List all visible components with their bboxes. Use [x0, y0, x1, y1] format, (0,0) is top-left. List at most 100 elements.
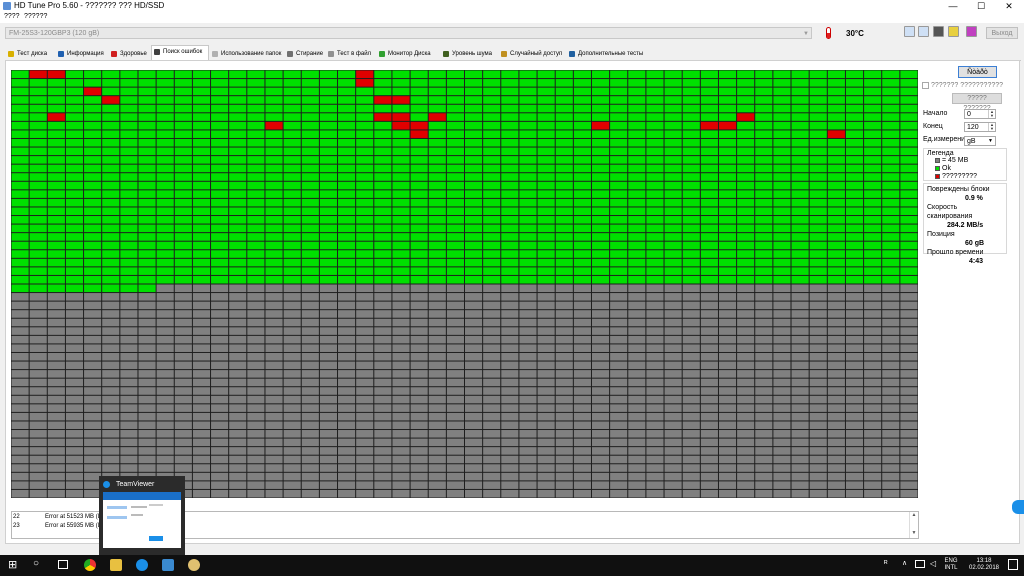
scan-block [11, 310, 29, 318]
scan-block [501, 190, 519, 198]
teamviewer-side-icon[interactable] [1012, 500, 1024, 514]
tab-item[interactable]: Уровень шума [440, 47, 498, 59]
teamviewer-icon[interactable] [136, 559, 148, 571]
scan-block [301, 113, 319, 121]
search-icon[interactable]: ○ [33, 558, 39, 569]
scan-block [174, 207, 192, 216]
scan-block [664, 267, 682, 275]
chrome-icon[interactable] [84, 559, 96, 571]
tab-item[interactable]: Стирание [284, 47, 325, 59]
scan-block [827, 344, 845, 352]
scan-block [628, 455, 646, 464]
copy-info-icon[interactable] [918, 26, 929, 37]
scan-block [700, 130, 718, 138]
tab-item[interactable]: Случайный доступ [498, 47, 566, 59]
teamviewer-preview[interactable]: TeamViewer [99, 476, 185, 555]
scan-block [138, 198, 156, 207]
scan-block [319, 378, 338, 387]
scan-block [555, 198, 573, 207]
menu-item-help[interactable]: ?????? [24, 13, 47, 20]
scan-block [900, 121, 918, 130]
tab-item[interactable]: Монитор Диска [376, 47, 440, 59]
people-icon[interactable]: ᴿ [884, 559, 888, 568]
minimize-button[interactable]: — [939, 0, 967, 12]
tab-item[interactable]: Тест диска [5, 47, 55, 59]
scan-block [773, 455, 791, 464]
menu-item-file[interactable]: ???? [4, 13, 20, 20]
scan-block [229, 361, 247, 370]
network-icon[interactable] [915, 560, 925, 568]
scan-block [138, 293, 156, 301]
volume-icon[interactable]: ◁ [930, 559, 936, 568]
spinner-arrows-icon[interactable]: ▲ ▼ [988, 110, 995, 118]
monitor-app-icon[interactable] [162, 559, 174, 571]
close-button[interactable]: ✕ [995, 0, 1023, 12]
scan-block [591, 104, 610, 113]
scan-block [791, 370, 809, 378]
teamviewer-thumbnail[interactable] [103, 492, 181, 548]
scan-block [102, 395, 120, 404]
scan-block [465, 104, 483, 113]
tab-item[interactable]: Дополнительные тесты [566, 47, 646, 59]
tray-chevron-icon[interactable]: ∧ [902, 559, 907, 567]
scan-block [47, 275, 65, 284]
spinner-arrows-icon[interactable]: ▲ ▼ [988, 123, 995, 131]
scan-block [192, 430, 211, 438]
maximize-button[interactable]: ☐ [967, 0, 995, 12]
scan-block [338, 267, 356, 275]
scan-block [29, 472, 47, 481]
scan-block [519, 233, 537, 241]
scan-block [882, 198, 900, 207]
speed-value: 284.2 MB/s [947, 222, 984, 229]
speed-label: Скорость сканирования [927, 204, 973, 220]
hdtune-icon[interactable] [188, 559, 200, 571]
scan-block [628, 404, 646, 412]
scan-block [446, 455, 464, 464]
scan-block [882, 70, 900, 79]
windows-start-icon[interactable]: ⊞ [8, 559, 20, 571]
scan-block [192, 472, 211, 481]
drive-select[interactable]: FM-25S3-120GBP3 (120 gB) ▼ [5, 27, 812, 39]
tab-item[interactable]: Здоровье [108, 47, 151, 59]
start-button[interactable]: Ñòàðò [958, 66, 997, 78]
scan-block [555, 335, 573, 344]
save-icon[interactable] [966, 26, 977, 37]
scan-block [138, 430, 156, 438]
scan-block [211, 216, 229, 224]
key-icon[interactable] [948, 26, 959, 37]
start-spinner[interactable]: 0 ▲ ▼ [964, 109, 996, 119]
scan-block [283, 421, 301, 430]
scan-block [809, 352, 827, 361]
copy-icon[interactable] [904, 26, 915, 37]
scan-block [845, 181, 864, 190]
camera-icon[interactable] [933, 26, 944, 37]
tab-item[interactable]: Тест в файл [325, 47, 376, 59]
language-indicator[interactable]: ENG INTL [940, 558, 962, 572]
log-scrollbar[interactable]: ▲ ▼ [909, 512, 918, 538]
unit-select[interactable]: gB ▼ [964, 136, 996, 146]
scan-block [29, 233, 47, 241]
scan-block [519, 489, 537, 498]
scan-block [882, 275, 900, 284]
secondary-button[interactable]: ????? ??????? [952, 93, 1002, 112]
quick-scan-checkbox[interactable] [922, 82, 929, 89]
exit-button[interactable]: Выход [986, 27, 1018, 39]
scan-block [192, 233, 211, 241]
notifications-icon[interactable] [1008, 559, 1018, 570]
scan-block [700, 207, 718, 216]
tab-item[interactable]: Информация [55, 47, 108, 59]
scan-block [410, 267, 428, 275]
scan-block [573, 378, 591, 387]
end-spinner[interactable]: 120 ▲ ▼ [964, 122, 996, 132]
scan-block [465, 173, 483, 181]
clock[interactable]: 13:18 02.02.2018 [965, 558, 1003, 572]
scan-block [392, 267, 410, 275]
file-explorer-icon[interactable] [110, 559, 122, 571]
tab-item[interactable]: Использование папок [209, 47, 284, 59]
scan-block [29, 121, 47, 130]
scan-block [864, 438, 882, 447]
task-view-icon[interactable] [58, 560, 68, 569]
scan-block [446, 233, 464, 241]
tab-item[interactable]: Поиск ошибок [151, 45, 209, 60]
scan-block [392, 79, 410, 87]
